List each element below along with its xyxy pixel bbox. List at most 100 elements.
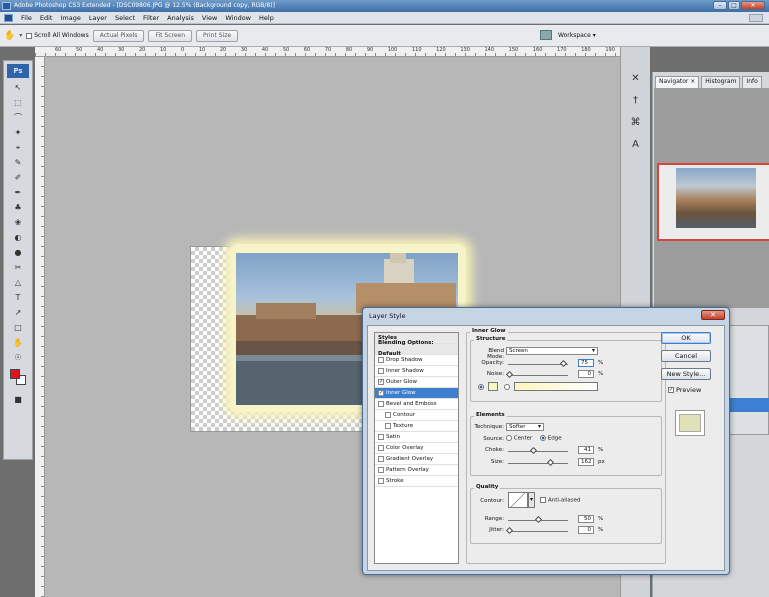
noise-input[interactable]: 0 xyxy=(578,370,594,378)
dodge-tool-icon[interactable]: ✂ xyxy=(7,261,29,275)
style-checkbox[interactable] xyxy=(378,368,384,374)
technique-select[interactable]: Softer xyxy=(506,423,544,431)
menu-view[interactable]: View xyxy=(202,14,217,22)
tab-histogram[interactable]: Histogram xyxy=(701,76,741,88)
eraser-tool-icon[interactable]: ◐ xyxy=(7,231,29,245)
cancel-button[interactable]: Cancel xyxy=(661,350,711,362)
tool-preset-dropdown[interactable]: ▾ xyxy=(19,32,22,39)
history-brush-tool-icon[interactable]: ❀ xyxy=(7,216,29,230)
move-tool-icon[interactable]: ↖ xyxy=(7,81,29,95)
style-checkbox[interactable] xyxy=(378,467,384,473)
brushes-panel-icon[interactable]: † xyxy=(627,95,645,111)
style-checkbox[interactable] xyxy=(378,478,384,484)
eyedropper-tool-icon[interactable]: ✎ xyxy=(7,156,29,170)
source-center-option[interactable]: Center xyxy=(506,435,532,442)
menu-edit[interactable]: Edit xyxy=(40,14,53,22)
brush-tool-icon[interactable]: ✒ xyxy=(7,186,29,200)
style-checkbox[interactable]: ✓ xyxy=(378,390,384,396)
glow-color-swatch[interactable] xyxy=(488,382,498,391)
range-input[interactable]: 50 xyxy=(578,515,594,523)
menu-filter[interactable]: Filter xyxy=(143,14,159,22)
choke-slider[interactable] xyxy=(508,451,568,452)
shape-tool-icon[interactable]: □ xyxy=(7,321,29,335)
blend-mode-select[interactable]: Screen xyxy=(506,347,598,355)
style-list-item[interactable]: Contour xyxy=(375,410,458,421)
type-tool-icon[interactable]: T xyxy=(7,291,29,305)
style-checkbox[interactable]: ✓ xyxy=(378,379,384,385)
crop-tool-icon[interactable]: ⌖ xyxy=(7,141,29,155)
contour-dropdown-arrow[interactable]: ▾ xyxy=(528,492,535,508)
anti-aliased-option[interactable]: Anti-aliased xyxy=(540,497,580,504)
menu-image[interactable]: Image xyxy=(60,14,80,22)
menu-file[interactable]: File xyxy=(21,14,32,22)
gradient-tool-icon[interactable]: ● xyxy=(7,246,29,260)
fit-screen-button[interactable]: Fit Screen xyxy=(148,29,193,42)
healing-brush-tool-icon[interactable]: ✐ xyxy=(7,171,29,185)
vertical-ruler[interactable] xyxy=(35,57,45,597)
document-window-buttons[interactable] xyxy=(749,14,763,22)
style-list-item[interactable]: Pattern Overlay xyxy=(375,465,458,476)
style-checkbox[interactable] xyxy=(385,423,391,429)
print-size-button[interactable]: Print Size xyxy=(196,29,239,42)
maximize-button[interactable]: □ xyxy=(728,1,740,10)
hand-tool-icon[interactable]: ✋ xyxy=(4,31,15,41)
pen-tool-icon[interactable]: △ xyxy=(7,276,29,290)
clone-source-panel-icon[interactable]: ⌘ xyxy=(627,117,645,133)
style-checkbox[interactable] xyxy=(378,456,384,462)
quick-mask-icon[interactable]: ■ xyxy=(7,393,29,407)
opacity-input[interactable]: 75 xyxy=(578,359,594,367)
style-checkbox[interactable] xyxy=(378,445,384,451)
character-panel-icon[interactable]: A xyxy=(627,139,645,155)
dialog-close-button[interactable]: ✕ xyxy=(701,310,725,320)
preview-checkbox[interactable]: ✓ xyxy=(668,387,674,393)
zoom-tool-icon[interactable]: ☉ xyxy=(7,351,29,365)
workspace-menu[interactable]: Workspace ▾ xyxy=(558,32,596,39)
clone-stamp-tool-icon[interactable]: ♣ xyxy=(7,201,29,215)
tab-info[interactable]: Info xyxy=(742,76,762,88)
style-list-item[interactable]: Gradient Overlay xyxy=(375,454,458,465)
gradient-radio[interactable] xyxy=(504,383,510,390)
style-checkbox[interactable] xyxy=(378,434,384,440)
size-slider[interactable] xyxy=(508,463,568,464)
menu-window[interactable]: Window xyxy=(225,14,251,22)
lasso-tool-icon[interactable]: ⌒ xyxy=(7,111,29,125)
glow-gradient-picker[interactable] xyxy=(514,382,598,391)
ok-button[interactable]: OK xyxy=(661,332,711,344)
marquee-tool-icon[interactable]: ⬚ xyxy=(7,96,29,110)
jitter-slider[interactable] xyxy=(508,531,568,532)
style-list-item[interactable]: Blending Options: Default xyxy=(375,340,458,357)
style-list-item[interactable]: Texture xyxy=(375,421,458,432)
horizontal-ruler[interactable]: 60 50 40 30 20 10 0 10 20 30 40 50 60 70 80 90 100 110 120… xyxy=(35,47,620,57)
selected-layer-row[interactable] xyxy=(729,398,769,412)
workspace-icon[interactable] xyxy=(540,30,552,40)
menu-layer[interactable]: Layer xyxy=(89,14,107,22)
close-window-button[interactable]: ✕ xyxy=(741,1,765,10)
tab-navigator[interactable]: Navigator × xyxy=(655,76,700,88)
foreground-color-swatch[interactable] xyxy=(10,369,20,379)
size-input[interactable]: 162 xyxy=(578,458,594,466)
magic-wand-tool-icon[interactable]: ✦ xyxy=(7,126,29,140)
tools-panel-icon[interactable]: ✕ xyxy=(627,73,645,89)
menu-help[interactable]: Help xyxy=(259,14,274,22)
path-selection-tool-icon[interactable]: ↗ xyxy=(7,306,29,320)
new-style-button[interactable]: New Style... xyxy=(661,368,711,380)
preview-option[interactable]: ✓ Preview xyxy=(668,386,701,394)
choke-input[interactable]: 41 xyxy=(578,446,594,454)
source-edge-option[interactable]: Edge xyxy=(540,435,562,442)
minimize-button[interactable]: – xyxy=(713,1,727,10)
color-radio[interactable] xyxy=(478,383,484,390)
style-list-item[interactable]: ✓ Inner Glow xyxy=(375,388,458,399)
contour-picker[interactable] xyxy=(508,492,528,508)
style-list-item[interactable]: Color Overlay xyxy=(375,443,458,454)
style-list-item[interactable]: Stroke xyxy=(375,476,458,487)
style-checkbox[interactable] xyxy=(385,412,391,418)
style-checkbox[interactable] xyxy=(378,357,384,363)
style-list-item[interactable]: Satin xyxy=(375,432,458,443)
actual-pixels-button[interactable]: Actual Pixels xyxy=(92,29,145,42)
opacity-slider[interactable] xyxy=(508,364,568,365)
noise-slider[interactable] xyxy=(508,375,568,376)
menu-analysis[interactable]: Analysis xyxy=(167,14,194,22)
style-checkbox[interactable] xyxy=(378,401,384,407)
style-list-item[interactable]: ✓ Outer Glow xyxy=(375,377,458,388)
style-list-item[interactable]: Inner Shadow xyxy=(375,366,458,377)
